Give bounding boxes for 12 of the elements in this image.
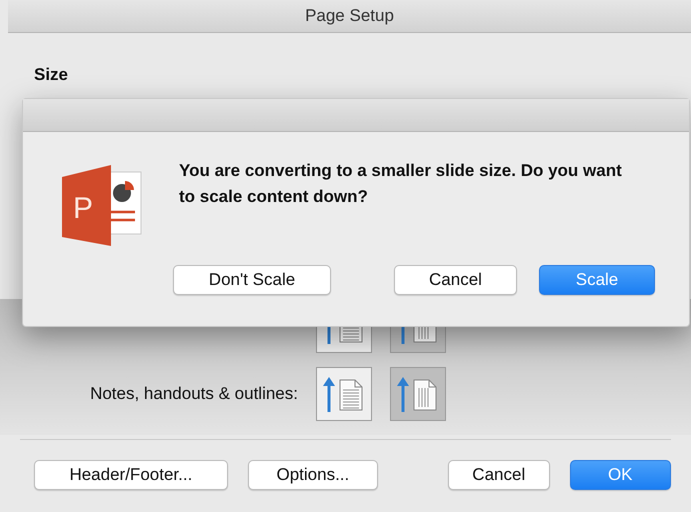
dialog-button[interactable]: Cancel	[448, 460, 550, 490]
alert-message: You are converting to a smaller slide size. Do you want to scale content down?	[179, 160, 623, 208]
dialog-button[interactable]: Header/Footer...	[34, 460, 228, 490]
row-label: Notes, handouts & outlines:	[89, 384, 298, 404]
dialog-button[interactable]: Don't Scale	[173, 265, 331, 295]
landscape-button[interactable]	[390, 367, 446, 421]
icon-letter: P	[73, 192, 94, 225]
window-title: Page Setup	[305, 6, 394, 26]
section-heading: Size	[34, 65, 70, 85]
dialog-button[interactable]: Options...	[248, 460, 378, 490]
portrait-button[interactable]	[316, 367, 372, 421]
dialog-button[interactable]: Cancel	[394, 265, 517, 295]
